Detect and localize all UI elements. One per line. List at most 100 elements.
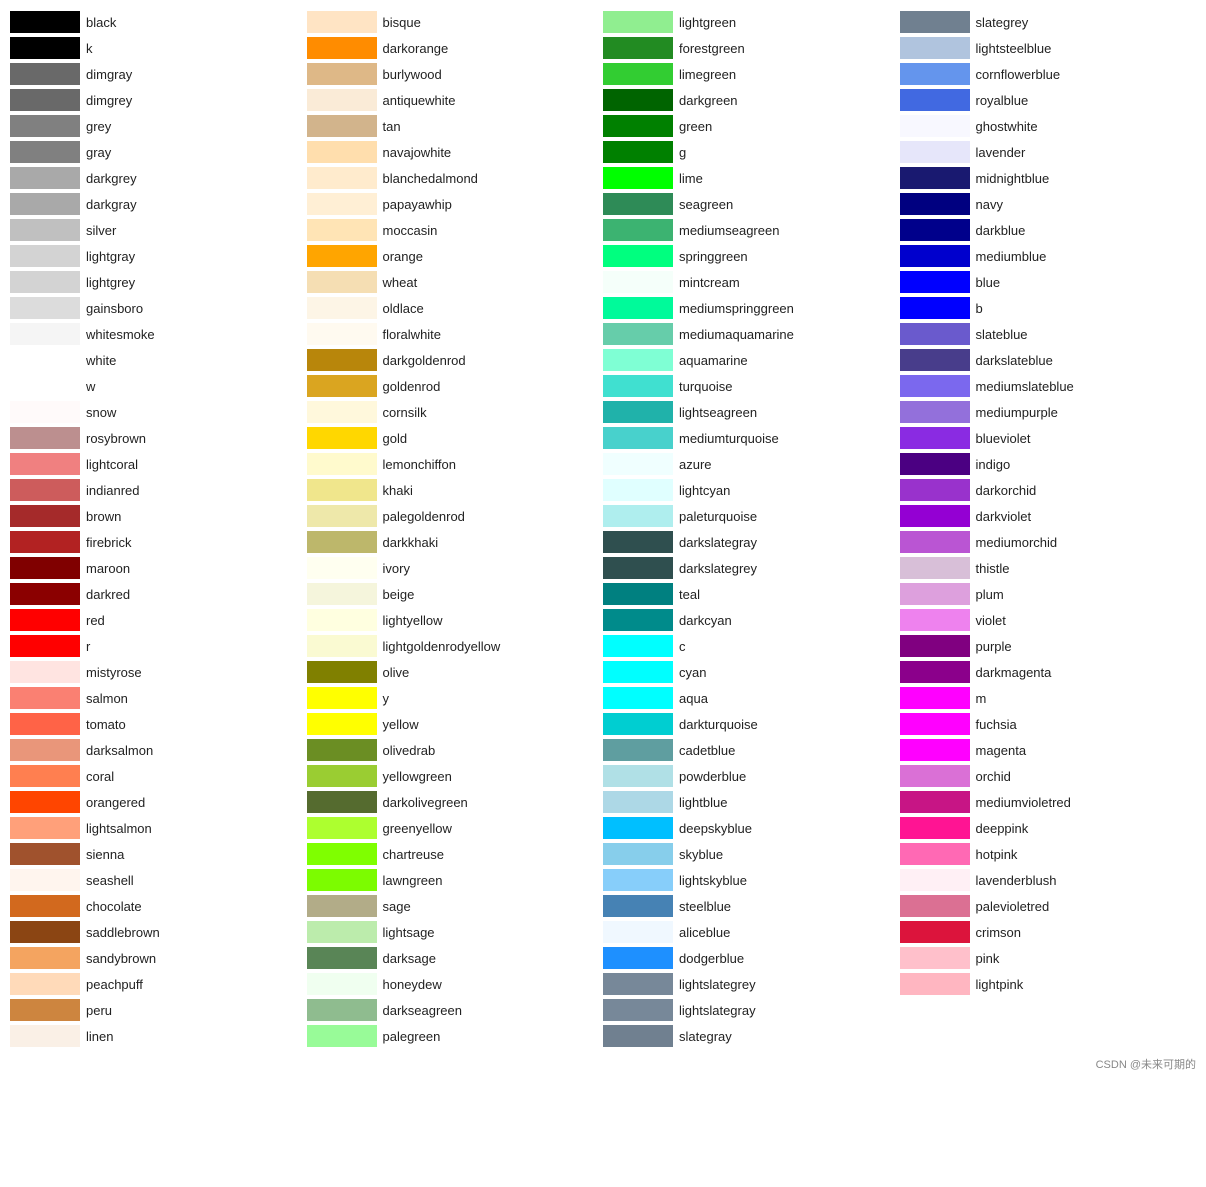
color-label-mediumaquamarine: mediumaquamarine <box>679 327 794 342</box>
color-swatch-green <box>603 115 673 137</box>
color-label-plum: plum <box>976 587 1004 602</box>
color-label-chocolate: chocolate <box>86 899 142 914</box>
color-label-tan: tan <box>383 119 401 134</box>
color-label-coral: coral <box>86 769 114 784</box>
color-swatch-royalblue <box>900 89 970 111</box>
color-swatch-cadetblue <box>603 739 673 761</box>
color-item-firebrick: firebrick <box>10 530 307 554</box>
color-label-darkcyan: darkcyan <box>679 613 732 628</box>
color-label-springgreen: springgreen <box>679 249 748 264</box>
color-item-darkseagreen: darkseagreen <box>307 998 604 1022</box>
color-item-lightgrey: lightgrey <box>10 270 307 294</box>
color-item-m: m <box>900 686 1197 710</box>
color-item-orange: orange <box>307 244 604 268</box>
color-item-darkorange: darkorange <box>307 36 604 60</box>
color-label-violet: violet <box>976 613 1006 628</box>
color-label-indianred: indianred <box>86 483 140 498</box>
color-item-sage: sage <box>307 894 604 918</box>
color-label-mediumpurple: mediumpurple <box>976 405 1058 420</box>
color-item-lime: lime <box>603 166 900 190</box>
color-label-blueviolet: blueviolet <box>976 431 1031 446</box>
color-item-chocolate: chocolate <box>10 894 307 918</box>
color-swatch-sage <box>307 895 377 917</box>
color-label-darkgoldenrod: darkgoldenrod <box>383 353 466 368</box>
color-swatch-sienna <box>10 843 80 865</box>
color-swatch-lightgreen <box>603 11 673 33</box>
color-item-mediumaquamarine: mediumaquamarine <box>603 322 900 346</box>
color-label-lightsage: lightsage <box>383 925 435 940</box>
color-label-darkgrey: darkgrey <box>86 171 137 186</box>
color-item-blanchedalmond: blanchedalmond <box>307 166 604 190</box>
color-swatch-olive <box>307 661 377 683</box>
color-label-lightslategray: lightslategray <box>679 1003 756 1018</box>
color-item-chartreuse: chartreuse <box>307 842 604 866</box>
color-label-green: green <box>679 119 712 134</box>
color-item-rosybrown: rosybrown <box>10 426 307 450</box>
color-item-turquoise: turquoise <box>603 374 900 398</box>
color-item-lightslategray: lightslategray <box>603 998 900 1022</box>
color-swatch-teal <box>603 583 673 605</box>
color-label-turquoise: turquoise <box>679 379 732 394</box>
color-label-navajowhite: navajowhite <box>383 145 452 160</box>
color-item-darksage: darksage <box>307 946 604 970</box>
color-swatch-gray <box>10 141 80 163</box>
color-swatch-slategrey <box>900 11 970 33</box>
color-item-c: c <box>603 634 900 658</box>
color-item-sienna: sienna <box>10 842 307 866</box>
color-item-black: black <box>10 10 307 34</box>
color-swatch-mediumaquamarine <box>603 323 673 345</box>
color-swatch-slateblue <box>900 323 970 345</box>
color-item-springgreen: springgreen <box>603 244 900 268</box>
color-item-lightcoral: lightcoral <box>10 452 307 476</box>
color-label-gainsboro: gainsboro <box>86 301 143 316</box>
color-label-blue: blue <box>976 275 1001 290</box>
color-label-lightsteelblue: lightsteelblue <box>976 41 1052 56</box>
color-label-white: white <box>86 353 116 368</box>
color-item-fuchsia: fuchsia <box>900 712 1197 736</box>
color-label-darkviolet: darkviolet <box>976 509 1032 524</box>
color-swatch-limegreen <box>603 63 673 85</box>
color-item-deepskyblue: deepskyblue <box>603 816 900 840</box>
color-item-coral: coral <box>10 764 307 788</box>
color-column-col2: bisquedarkorangeburlywoodantiquewhitetan… <box>307 10 604 1048</box>
color-label-lightcoral: lightcoral <box>86 457 138 472</box>
color-label-darkorchid: darkorchid <box>976 483 1037 498</box>
color-swatch-lightcoral <box>10 453 80 475</box>
color-item-gainsboro: gainsboro <box>10 296 307 320</box>
color-swatch-midnightblue <box>900 167 970 189</box>
color-label-salmon: salmon <box>86 691 128 706</box>
color-swatch-thistle <box>900 557 970 579</box>
color-item-navy: navy <box>900 192 1197 216</box>
color-item-skyblue: skyblue <box>603 842 900 866</box>
color-item-linen: linen <box>10 1024 307 1048</box>
color-swatch-lightgoldenrodyellow <box>307 635 377 657</box>
color-label-grey: grey <box>86 119 111 134</box>
color-swatch-mediumvioletred <box>900 791 970 813</box>
color-swatch-coral <box>10 765 80 787</box>
color-label-darkorange: darkorange <box>383 41 449 56</box>
color-swatch-chocolate <box>10 895 80 917</box>
color-item-lavenderblush: lavenderblush <box>900 868 1197 892</box>
color-item-pink: pink <box>900 946 1197 970</box>
color-item-darksalmon: darksalmon <box>10 738 307 762</box>
color-label-darksage: darksage <box>383 951 436 966</box>
color-label-pink: pink <box>976 951 1000 966</box>
color-item-slategray: slategray <box>603 1024 900 1048</box>
color-swatch-k <box>10 37 80 59</box>
color-label-crimson: crimson <box>976 925 1022 940</box>
color-swatch-blue <box>900 271 970 293</box>
color-label-royalblue: royalblue <box>976 93 1029 108</box>
color-label-ivory: ivory <box>383 561 410 576</box>
color-label-ghostwhite: ghostwhite <box>976 119 1038 134</box>
color-item-mediumturquoise: mediumturquoise <box>603 426 900 450</box>
color-item-lightgreen: lightgreen <box>603 10 900 34</box>
color-item-goldenrod: goldenrod <box>307 374 604 398</box>
color-item-darkgoldenrod: darkgoldenrod <box>307 348 604 372</box>
color-label-linen: linen <box>86 1029 113 1044</box>
color-label-moccasin: moccasin <box>383 223 438 238</box>
color-item-violet: violet <box>900 608 1197 632</box>
color-swatch-lightblue <box>603 791 673 813</box>
color-label-indigo: indigo <box>976 457 1011 472</box>
color-label-darkblue: darkblue <box>976 223 1026 238</box>
color-label-lightseagreen: lightseagreen <box>679 405 757 420</box>
